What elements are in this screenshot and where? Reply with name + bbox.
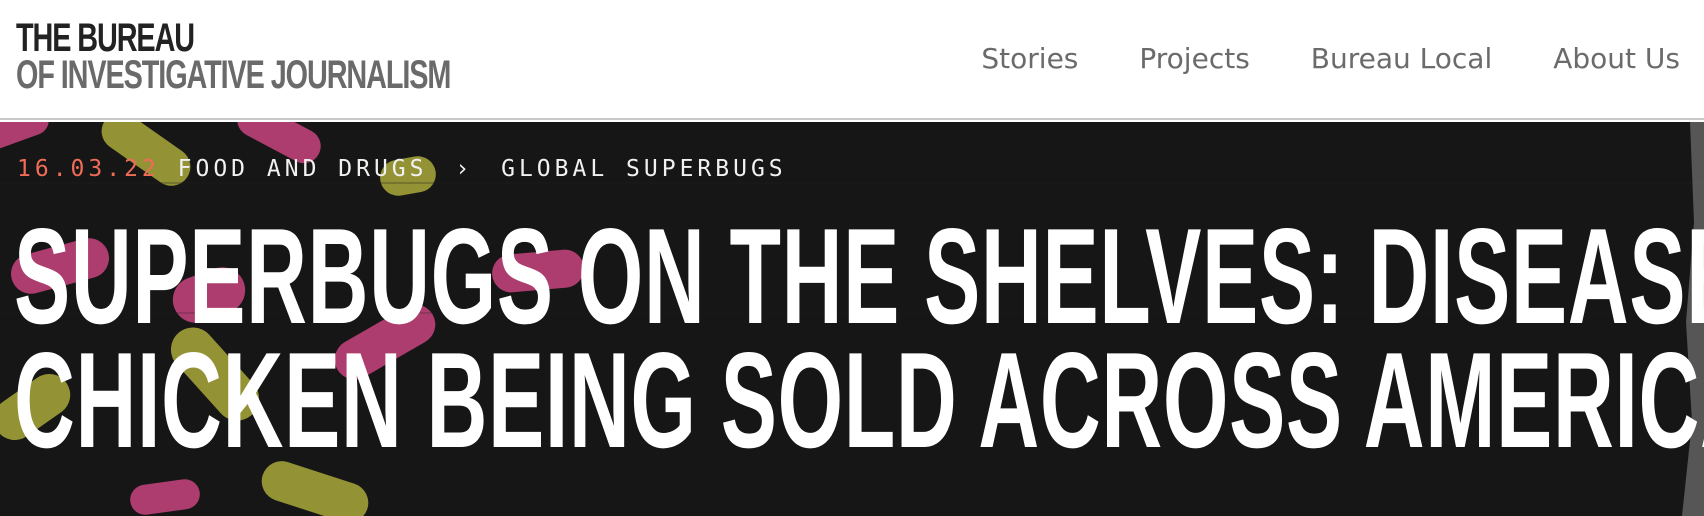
main-nav: Stories Projects Bureau Local About Us	[981, 0, 1680, 116]
breadcrumb-chevron-icon: ›	[455, 156, 474, 182]
headline-line-1: SUPERBUGS ON THE SHELVES: DISEASED	[14, 200, 1704, 352]
logo-line-1: THE BUREAU	[16, 16, 195, 60]
nav-item-projects[interactable]: Projects	[1139, 42, 1249, 75]
logo-line-2: OF INVESTIGATIVE JOURNALISM	[16, 53, 451, 97]
article-date: 16.03.22	[17, 156, 160, 182]
site-logo[interactable]: THE BUREAU OF INVESTIGATIVE JOURNALISM	[16, 16, 451, 97]
nav-item-stories[interactable]: Stories	[981, 42, 1078, 75]
article-hero: 16.03.22 FOOD AND DRUGS › GLOBAL SUPERBU…	[0, 122, 1704, 516]
subcategory-link[interactable]: GLOBAL SUPERBUGS	[501, 156, 787, 182]
nav-item-bureau-local[interactable]: Bureau Local	[1311, 42, 1492, 75]
article-headline: SUPERBUGS ON THE SHELVES: DISEASED CHICK…	[14, 200, 1704, 476]
headline-line-2: CHICKEN BEING SOLD ACROSS AMERICA	[14, 324, 1704, 476]
nav-item-about-us[interactable]: About Us	[1553, 42, 1680, 75]
category-link[interactable]: FOOD AND DRUGS	[178, 156, 428, 182]
site-header: THE BUREAU OF INVESTIGATIVE JOURNALISM S…	[0, 0, 1704, 120]
article-meta: 16.03.22 FOOD AND DRUGS › GLOBAL SUPERBU…	[17, 156, 787, 182]
